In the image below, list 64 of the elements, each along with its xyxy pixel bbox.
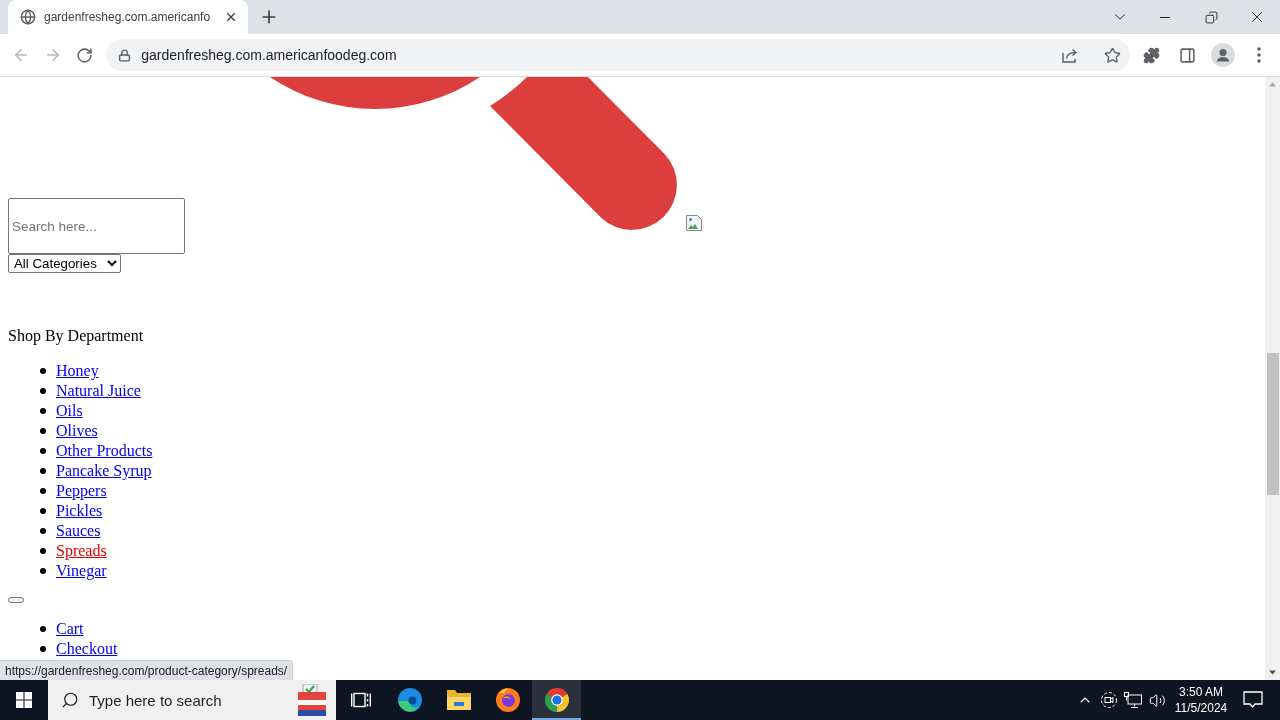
volume-icon bbox=[1148, 691, 1166, 709]
bullet-icon bbox=[40, 408, 46, 414]
section-heading: Shop By Department bbox=[8, 327, 144, 345]
department-link[interactable]: Honey bbox=[56, 361, 99, 381]
notification-icon bbox=[1243, 691, 1263, 709]
category-select[interactable]: All Categories bbox=[8, 254, 121, 273]
scrollbar-thumb[interactable] bbox=[1266, 353, 1279, 495]
share-icon bbox=[1062, 47, 1078, 63]
department-link[interactable]: Vinegar bbox=[56, 561, 107, 581]
department-link[interactable]: Pickles bbox=[56, 501, 103, 521]
bullet-icon bbox=[40, 368, 46, 374]
minimize-icon bbox=[1160, 16, 1170, 18]
bullet-icon bbox=[40, 508, 46, 514]
department-link[interactable]: Oils bbox=[56, 401, 83, 421]
department-link[interactable]: Other Products bbox=[56, 441, 153, 461]
department-link[interactable]: Peppers bbox=[56, 481, 107, 501]
ballot-box-icon bbox=[296, 684, 328, 716]
taskbar-search-bar[interactable]: Type here to search bbox=[48, 680, 336, 720]
lock-icon bbox=[118, 48, 132, 62]
puzzle-icon bbox=[1143, 46, 1161, 64]
edge-icon bbox=[397, 688, 422, 712]
search-field[interactable]: Search here... bbox=[8, 198, 185, 254]
firefox-icon bbox=[495, 688, 520, 712]
folder-icon bbox=[446, 690, 471, 710]
chrome-icon bbox=[544, 688, 569, 712]
account-link[interactable]: Cart bbox=[56, 619, 84, 639]
side-panel-icon bbox=[1179, 46, 1197, 64]
department-link[interactable]: Olives bbox=[56, 421, 98, 441]
network-icon bbox=[1124, 692, 1142, 708]
reload-icon bbox=[75, 46, 93, 64]
bullet-icon bbox=[40, 448, 46, 454]
restore-icon bbox=[1204, 10, 1218, 24]
department-link[interactable]: Spreads bbox=[56, 541, 107, 561]
bullet-icon bbox=[40, 468, 46, 474]
taskbar-app-button[interactable] bbox=[532, 680, 581, 720]
bullet-icon bbox=[40, 528, 46, 534]
bullet-icon bbox=[40, 388, 46, 394]
bullet-icon bbox=[40, 428, 46, 434]
scrollbar[interactable] bbox=[1265, 77, 1280, 680]
status-url: https://gardenfresheg.com/product-category/spreads/ bbox=[0, 660, 294, 680]
department-link[interactable]: Sauces bbox=[56, 521, 101, 541]
windows-logo-icon bbox=[16, 692, 32, 708]
bullet-icon bbox=[40, 646, 46, 652]
camera-icon bbox=[1101, 692, 1117, 708]
task-view-icon bbox=[350, 692, 371, 708]
toggle-button[interactable] bbox=[8, 597, 24, 603]
bullet-icon bbox=[40, 488, 46, 494]
department-link[interactable]: Natural Juice bbox=[56, 381, 141, 401]
profile-icon bbox=[1211, 43, 1236, 67]
browser-tab[interactable]: gardenfresheg.com.americanfo bbox=[8, 0, 248, 34]
taskbar-search-field[interactable]: Type here to search bbox=[89, 689, 286, 711]
close-icon bbox=[224, 10, 238, 24]
bullet-icon bbox=[40, 548, 46, 554]
globe-icon bbox=[20, 9, 36, 25]
clock-button[interactable]: 3:50 AM 11/5/2024 bbox=[1169, 680, 1233, 720]
menu-icon bbox=[1257, 47, 1262, 63]
search-icon bbox=[61, 691, 79, 709]
bullet-icon bbox=[40, 568, 46, 574]
account-link[interactable]: Checkout bbox=[56, 639, 118, 659]
department-link[interactable]: Pancake Syrup bbox=[56, 461, 152, 481]
bullet-icon bbox=[40, 626, 46, 632]
address-bar[interactable]: gardenfresheg.com.americanfoodeg.com bbox=[106, 39, 1130, 71]
star-icon bbox=[1103, 46, 1121, 64]
broken-image-icon bbox=[686, 215, 702, 231]
